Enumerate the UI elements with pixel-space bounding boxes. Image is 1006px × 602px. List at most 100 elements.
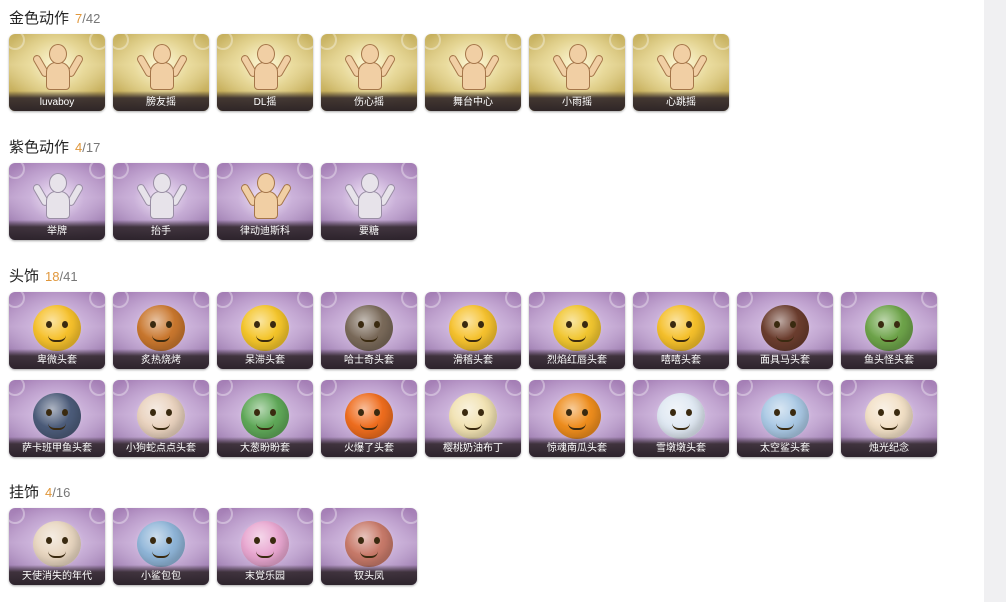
scrollbar-track[interactable] — [984, 0, 1006, 602]
frame-ornament — [297, 163, 313, 179]
frame-ornament — [217, 34, 233, 50]
item-label: 举牌 — [47, 226, 67, 237]
frame-ornament — [401, 380, 417, 396]
headwear-thumbnail — [547, 300, 607, 356]
owned-count: 18 — [45, 269, 60, 284]
section-2: 头饰 18/41 卑微头套 炙热烧烤 呆滞头套 哈士奇头套 滑稽头套 烈焰红唇头套 嘻嘻头套 面具… — [9, 266, 949, 468]
headwear-thumbnail — [27, 516, 87, 572]
headwear-thumbnail — [859, 300, 919, 356]
frame-ornament — [193, 508, 209, 524]
item-card[interactable]: 膀友摇 — [113, 34, 209, 111]
item-card[interactable]: 炙热烧烤 — [113, 292, 209, 369]
item-card[interactable]: 火爆了头套 — [321, 380, 417, 457]
item-label: 抬手 — [151, 226, 171, 237]
item-card[interactable]: 末覚乐园 — [217, 508, 313, 585]
item-grid: 天使消失的年代 小鲨包包 末覚乐园 钗头凤 — [9, 508, 949, 596]
item-card[interactable]: 伤心摇 — [321, 34, 417, 111]
item-label: 樱桃奶油布丁 — [443, 443, 503, 454]
item-label: 小雨摇 — [562, 97, 592, 108]
item-card[interactable]: 天使消失的年代 — [9, 508, 105, 585]
frame-ornament — [113, 292, 129, 308]
headwear-thumbnail — [339, 388, 399, 444]
frame-ornament — [713, 292, 729, 308]
item-card[interactable]: 心跳摇 — [633, 34, 729, 111]
item-label: 卑微头套 — [37, 355, 77, 366]
item-label: 末覚乐园 — [245, 571, 285, 582]
item-card[interactable]: 小鲨包包 — [113, 508, 209, 585]
item-card[interactable]: 大葱盼盼套 — [217, 380, 313, 457]
item-label: 律动迪斯科 — [240, 226, 290, 237]
frame-ornament — [921, 380, 937, 396]
frame-ornament — [217, 163, 233, 179]
headwear-thumbnail — [235, 516, 295, 572]
frame-ornament — [609, 34, 625, 50]
item-label: 小狗蛇点点头套 — [126, 443, 196, 454]
item-label: 心跳摇 — [666, 97, 696, 108]
item-label: 天使消失的年代 — [22, 571, 92, 582]
item-card[interactable]: 惊魂南瓜头套 — [529, 380, 625, 457]
item-card[interactable]: 小雨摇 — [529, 34, 625, 111]
frame-ornament — [633, 34, 649, 50]
item-label: 面具马头套 — [760, 355, 810, 366]
frame-ornament — [921, 292, 937, 308]
item-card[interactable]: 小狗蛇点点头套 — [113, 380, 209, 457]
frame-ornament — [841, 380, 857, 396]
item-label: 惊魂南瓜头套 — [547, 443, 607, 454]
frame-ornament — [401, 508, 417, 524]
headwear-thumbnail — [443, 388, 503, 444]
frame-ornament — [505, 34, 521, 50]
frame-ornament — [401, 292, 417, 308]
frame-ornament — [297, 34, 313, 50]
item-card[interactable]: 太空鲨头套 — [737, 380, 833, 457]
frame-ornament — [297, 380, 313, 396]
headwear-thumbnail — [339, 300, 399, 356]
item-card[interactable]: 烈焰红唇头套 — [529, 292, 625, 369]
total-count: 42 — [85, 11, 101, 26]
headwear-thumbnail — [235, 388, 295, 444]
item-card[interactable]: 卑微头套 — [9, 292, 105, 369]
headwear-thumbnail — [443, 300, 503, 356]
frame-ornament — [113, 508, 129, 524]
frame-ornament — [401, 163, 417, 179]
pose-thumbnail — [443, 42, 503, 98]
section-title: 金色动作 7/42 — [9, 8, 949, 30]
headwear-thumbnail — [235, 300, 295, 356]
item-card[interactable]: DL摇 — [217, 34, 313, 111]
item-card[interactable]: 面具马头套 — [737, 292, 833, 369]
item-card[interactable]: 要糖 — [321, 163, 417, 240]
item-card[interactable]: 樱桃奶油布丁 — [425, 380, 521, 457]
item-card[interactable]: 钗头凤 — [321, 508, 417, 585]
item-label: 雪墩墩头套 — [656, 443, 706, 454]
item-card[interactable]: 呆滞头套 — [217, 292, 313, 369]
pose-thumbnail — [235, 42, 295, 98]
item-card[interactable]: 鱼头怪头套 — [841, 292, 937, 369]
pose-thumbnail — [547, 42, 607, 98]
item-card[interactable]: 雪墩墩头套 — [633, 380, 729, 457]
item-card[interactable]: 哈士奇头套 — [321, 292, 417, 369]
frame-ornament — [89, 508, 105, 524]
section-1: 紫色动作 4/17 举牌 抬手 律动迪斯科 要糖 — [9, 137, 949, 251]
frame-ornament — [9, 508, 25, 524]
item-card[interactable]: 萨卡班甲鱼头套 — [9, 380, 105, 457]
item-card[interactable]: 烛光纪念 — [841, 380, 937, 457]
item-card[interactable]: 举牌 — [9, 163, 105, 240]
item-label: 嘻嘻头套 — [661, 355, 701, 366]
item-card[interactable]: 滑稽头套 — [425, 292, 521, 369]
item-card[interactable]: 嘻嘻头套 — [633, 292, 729, 369]
pose-thumbnail — [339, 171, 399, 227]
item-card[interactable]: 抬手 — [113, 163, 209, 240]
frame-ornament — [609, 292, 625, 308]
frame-ornament — [425, 292, 441, 308]
item-card[interactable]: 舞台中心 — [425, 34, 521, 111]
frame-ornament — [321, 34, 337, 50]
item-label: 大葱盼盼套 — [240, 443, 290, 454]
item-label: luvaboy — [39, 97, 75, 108]
frame-ornament — [89, 163, 105, 179]
item-card[interactable]: luvaboy — [9, 34, 105, 111]
frame-ornament — [193, 292, 209, 308]
item-card[interactable]: 律动迪斯科 — [217, 163, 313, 240]
frame-ornament — [529, 380, 545, 396]
frame-ornament — [193, 34, 209, 50]
section-title-text: 挂饰 — [9, 484, 40, 501]
section-title: 挂饰 4/16 — [9, 482, 949, 504]
